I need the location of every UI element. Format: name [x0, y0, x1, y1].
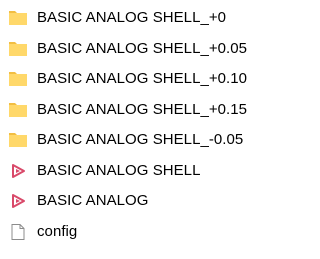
app-icon [8, 191, 28, 211]
file-name: BASIC ANALOG SHELL_-0.05 [37, 131, 244, 149]
file-row-basic-analog-shell[interactable]: BASIC ANALOG SHELL [0, 156, 277, 187]
file-name: BASIC ANALOG SHELL_+0 [37, 9, 227, 27]
folder-icon [8, 130, 28, 150]
file-list: BASIC ANALOG SHELL_+0 BASIC ANALOG SHELL… [0, 0, 277, 259]
file-name: BASIC ANALOG SHELL_+0.05 [37, 39, 248, 57]
file-row-basic-analog-shell-plus-0[interactable]: BASIC ANALOG SHELL_+0 [0, 3, 277, 34]
file-name: BASIC ANALOG SHELL_+0.10 [37, 70, 248, 88]
file-name: BASIC ANALOG SHELL_+0.15 [37, 100, 248, 118]
folder-icon [8, 100, 28, 120]
file-icon [8, 222, 28, 242]
file-row-basic-analog-shell-plus-0-05[interactable]: BASIC ANALOG SHELL_+0.05 [0, 34, 277, 65]
file-row-config[interactable]: config [0, 217, 277, 248]
file-row-basic-analog-shell-minus-0-05[interactable]: BASIC ANALOG SHELL_-0.05 [0, 125, 277, 156]
folder-icon [8, 69, 28, 89]
file-row-basic-analog[interactable]: BASIC ANALOG [0, 186, 277, 217]
folder-icon [8, 8, 28, 28]
file-name: config [37, 222, 78, 240]
file-name: BASIC ANALOG SHELL [37, 161, 201, 179]
file-row-basic-analog-shell-plus-0-10[interactable]: BASIC ANALOG SHELL_+0.10 [0, 64, 277, 95]
file-row-basic-analog-shell-plus-0-15[interactable]: BASIC ANALOG SHELL_+0.15 [0, 95, 277, 126]
file-name: BASIC ANALOG [37, 192, 149, 210]
app-icon [8, 161, 28, 181]
folder-icon [8, 39, 28, 59]
